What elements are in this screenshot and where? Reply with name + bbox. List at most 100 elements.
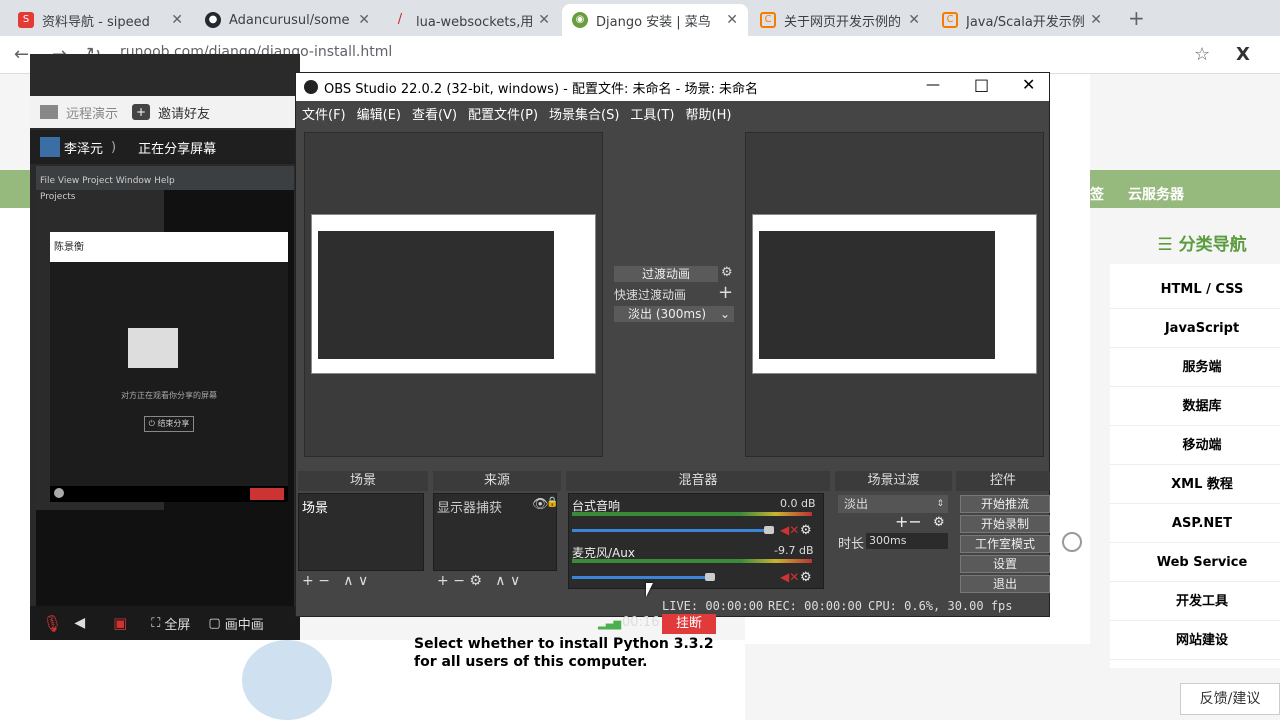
sidebar-item[interactable]: 移动端 xyxy=(1110,426,1280,465)
hangup-button[interactable]: 挂断 xyxy=(662,614,716,634)
browser-tab[interactable]: / lua-websockets,用 ✕ xyxy=(382,4,560,36)
add-icon[interactable]: + xyxy=(302,573,314,589)
speaker-muted-icon[interactable]: ◀✕ xyxy=(780,570,799,584)
scene-item[interactable]: 场景 xyxy=(299,494,423,519)
fullscreen-button[interactable]: 全屏 xyxy=(164,614,190,633)
add-icon[interactable]: + xyxy=(718,282,733,303)
settings-button[interactable]: 设置 xyxy=(960,555,1050,573)
install-line-1: Select whether to install Python 3.3.2 xyxy=(414,636,714,652)
source-item-label: 显示器捕获 xyxy=(437,501,503,516)
sidebar-item[interactable]: Web Service xyxy=(1110,543,1280,582)
remove-icon[interactable]: − xyxy=(453,573,465,589)
browser-tab[interactable]: S 资料导航 - sipeed ✕ xyxy=(8,4,193,36)
capture-content xyxy=(318,231,554,359)
new-tab-icon[interactable]: + xyxy=(1128,6,1145,30)
close-icon[interactable]: ✕ xyxy=(538,12,550,28)
sources-list: 显示器捕获 👁 🔒 xyxy=(433,493,558,571)
transition-button[interactable]: 过渡动画 xyxy=(614,266,718,282)
up-icon[interactable]: ∧ xyxy=(343,573,353,589)
browser-tab-active[interactable]: ◉ Django 安装 | 菜鸟 ✕ xyxy=(562,4,748,36)
gear-icon[interactable]: ⚙ xyxy=(933,515,945,530)
sidebar-item[interactable]: 开发工具 xyxy=(1110,582,1280,621)
stop-share-button[interactable]: ⏻ 结束分享 xyxy=(144,416,194,432)
studio-mode-button[interactable]: 工作室模式 xyxy=(960,535,1050,553)
audio-wave-icon: ) xyxy=(111,139,117,155)
menu-scene-collection[interactable]: 场景集合(S) xyxy=(549,104,619,123)
close-icon[interactable]: ✕ xyxy=(726,12,738,28)
invite-button[interactable]: 邀请好友 xyxy=(158,103,210,122)
back-icon[interactable]: ← xyxy=(14,44,29,65)
gear-icon[interactable]: ⚙ xyxy=(721,265,733,280)
close-icon[interactable]: ✕ xyxy=(358,12,370,28)
up-icon[interactable]: ∧ xyxy=(495,573,505,589)
close-icon[interactable]: ✕ xyxy=(1090,12,1102,28)
sidebar-item[interactable]: 服务端 xyxy=(1110,348,1280,387)
volume-knob[interactable] xyxy=(705,573,715,581)
nav-cloud-link[interactable]: 云服务器 xyxy=(1128,184,1184,204)
gear-icon[interactable]: ⚙ xyxy=(800,523,812,538)
browser-tab[interactable]: C 关于网页开发示例的 ✕ xyxy=(750,4,930,36)
browser-tab[interactable]: C Java/Scala开发示例 ✕ xyxy=(932,4,1112,36)
speaker-muted-icon[interactable]: ◀✕ xyxy=(780,523,799,537)
shared-hint: 对方正在观看你分享的屏幕 xyxy=(121,391,217,400)
start-recording-button[interactable]: 开始录制 xyxy=(960,515,1050,533)
source-item[interactable]: 显示器捕获 👁 🔒 xyxy=(434,494,558,519)
menu-help[interactable]: 帮助(H) xyxy=(686,104,732,123)
minimize-icon[interactable]: — xyxy=(926,77,940,93)
sidebar-item[interactable]: 网站建设 xyxy=(1110,621,1280,660)
pip-icon: ▢ xyxy=(208,615,221,631)
exit-button[interactable]: 退出 xyxy=(960,575,1050,593)
volume-slider[interactable] xyxy=(572,529,772,532)
fade-select[interactable]: 淡出 (300ms) ⌄ xyxy=(614,306,734,322)
pip-button[interactable]: 画中画 xyxy=(225,614,264,633)
feedback-button[interactable]: 反馈/建议 xyxy=(1180,683,1280,715)
menu-view[interactable]: 查看(V) xyxy=(412,104,457,123)
remove-icon[interactable]: − xyxy=(318,573,330,589)
dock-title-mixer: 混音器 xyxy=(566,471,830,491)
down-icon[interactable]: ∨ xyxy=(358,573,368,589)
preview-capture xyxy=(311,214,596,374)
sharer-name: 李泽元 xyxy=(64,141,104,157)
camera-off-icon[interactable]: ▣ xyxy=(113,614,127,632)
volume-slider[interactable] xyxy=(572,576,712,579)
duration-input[interactable]: 300ms xyxy=(866,533,948,549)
add-remove-icons[interactable]: +− xyxy=(895,512,922,531)
remote-demo-button[interactable]: 远程演示 xyxy=(66,103,118,122)
volume-knob[interactable] xyxy=(764,526,774,534)
obs-title-bar: OBS Studio 22.0.2 (32-bit, windows) - 配置… xyxy=(296,73,1049,101)
sidebar-item[interactable]: ASP.NET xyxy=(1110,504,1280,543)
menu-profile[interactable]: 配置文件(P) xyxy=(468,104,538,123)
star-icon[interactable]: ☆ xyxy=(1194,44,1210,65)
gear-icon[interactable]: ⚙ xyxy=(469,573,482,589)
lua-icon: / xyxy=(397,12,403,27)
sidebar-item[interactable]: XML 教程 xyxy=(1110,465,1280,504)
sidebar-item[interactable]: 数据库 xyxy=(1110,387,1280,426)
shared-user-name: 陈景衡 xyxy=(54,242,84,253)
sidebar-item[interactable]: HTML / CSS xyxy=(1110,270,1280,309)
duration-value: 300ms xyxy=(869,534,907,547)
maximize-icon[interactable]: □ xyxy=(974,75,989,94)
gear-icon[interactable]: ⚙ xyxy=(800,570,812,585)
add-icon[interactable]: + xyxy=(437,573,449,589)
menu-edit[interactable]: 编辑(E) xyxy=(357,104,401,123)
lock-icon[interactable]: 🔒 xyxy=(546,497,558,508)
close-icon[interactable]: ✕ xyxy=(171,12,183,28)
extension-x-icon[interactable]: X xyxy=(1236,44,1250,65)
browser-tab[interactable]: ● Adancurusul/some ✕ xyxy=(195,4,380,36)
transition-type-select[interactable]: 淡出 ⇕ xyxy=(838,495,948,513)
dock-title-controls: 控件 xyxy=(956,471,1050,491)
menu-file[interactable]: 文件(F) xyxy=(302,104,346,123)
speaker-icon[interactable]: ◀ xyxy=(74,615,85,631)
monitor-icon xyxy=(40,105,58,119)
csdn-icon: C xyxy=(942,12,958,28)
sidebar-item[interactable]: JavaScript xyxy=(1110,309,1280,348)
close-icon[interactable]: ✕ xyxy=(1022,75,1035,94)
tab-title: 关于网页开发示例的 xyxy=(784,14,902,30)
source-toolbar: + − ⚙ ∧ ∨ xyxy=(437,573,520,589)
down-icon[interactable]: ∨ xyxy=(510,573,520,589)
mic-muted-icon[interactable]: 🎙 xyxy=(42,614,62,633)
close-icon[interactable]: ✕ xyxy=(908,12,920,28)
menu-tools[interactable]: 工具(T) xyxy=(630,104,674,123)
shared-view: 对方正在观看你分享的屏幕 ⏻ 结束分享 xyxy=(50,262,288,488)
start-streaming-button[interactable]: 开始推流 xyxy=(960,495,1050,513)
